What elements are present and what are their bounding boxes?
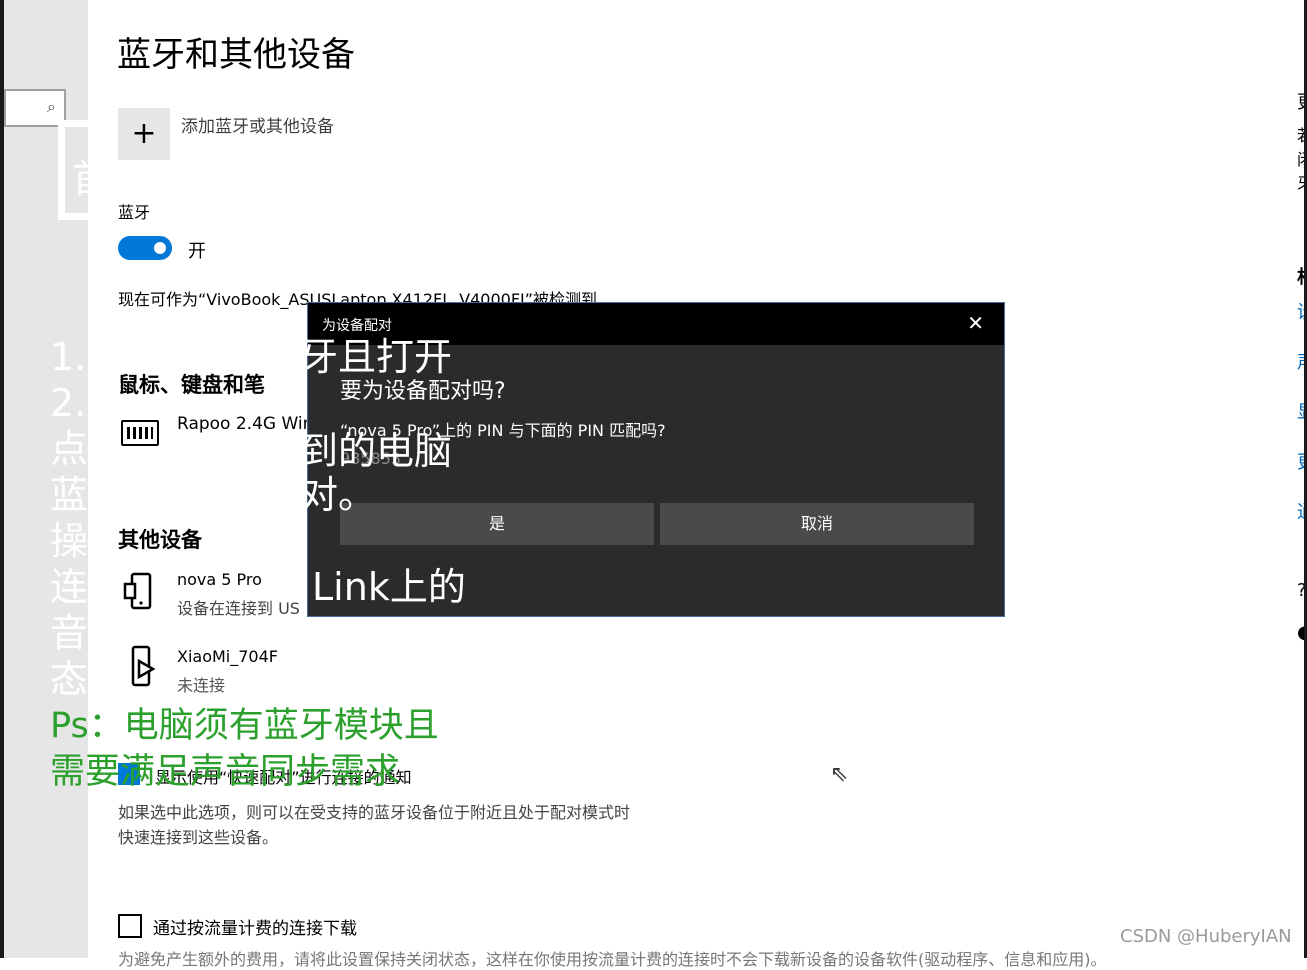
swift-pair-description-line1: 如果选中此选项，则可以在受支持的蓝牙设备位于附近且处于配对模式时 [118, 803, 631, 822]
other-devices-heading: 其他设备 [118, 528, 202, 552]
phone-icon [123, 572, 152, 610]
mouse-cursor-icon: ⇖ [830, 762, 849, 787]
bluetooth-heading: 蓝牙 [118, 203, 151, 222]
device-name-rapoo[interactable]: Rapoo 2.4G Wire [177, 414, 320, 434]
overlay-caption-fragment: 点 [50, 427, 89, 471]
speaker-icon [131, 645, 156, 687]
watermark: CSDN @HuberyIAN [1120, 926, 1292, 947]
overlay-caption-fragment: 操 [50, 519, 89, 563]
device-status-nova: 设备在连接到 US [177, 599, 300, 618]
bluetooth-toggle-label: 开 [188, 241, 206, 262]
device-name-xiaomi[interactable]: XiaoMi_704F [177, 647, 278, 666]
add-device-button[interactable]: + [118, 108, 170, 160]
mouse-keyboard-heading: 鼠标、键盘和笔 [118, 373, 265, 397]
overlay-green-line1: Ps：电脑须有蓝牙模块且 [50, 706, 439, 746]
device-status-xiaomi: 未连接 [177, 676, 226, 695]
overlay-caption-fragment: 2. [50, 381, 87, 425]
bluetooth-toggle[interactable] [118, 236, 172, 260]
overlay-caption-fragment: 对。 [300, 473, 377, 517]
overlay-caption-fragment: 牙且打开 [300, 335, 453, 379]
overlay-caption-fragment: 态 [50, 657, 89, 701]
search-icon: ⌕ [47, 97, 56, 116]
cancel-button[interactable]: 取消 [660, 503, 974, 545]
metered-download-description: 为避免产生额外的费用，请将此设置保持关闭状态，这样在你使用按流量计费的连接时不会… [118, 950, 1107, 969]
page-title: 蓝牙和其他设备 [117, 35, 355, 75]
plus-icon: + [131, 116, 157, 151]
yes-button[interactable]: 是 [340, 503, 654, 545]
metered-download-checkbox[interactable] [118, 914, 142, 938]
keyboard-icon [121, 420, 159, 446]
search-input[interactable]: ⌕ [4, 89, 66, 127]
overlay-caption-fragment: 到的电脑 [300, 429, 453, 473]
swift-pair-description-line2: 快速连接到这些设备。 [118, 828, 279, 847]
device-name-nova[interactable]: nova 5 Pro [177, 570, 262, 589]
overlay-caption-fragment: 1. [50, 335, 87, 379]
overlay-caption-fragment: 音 [50, 611, 89, 655]
overlay-caption-fragment: Link上的 [312, 565, 466, 609]
dialog-title: 为设备配对 [322, 318, 392, 334]
metered-download-label: 通过按流量计费的连接下载 [153, 919, 357, 939]
overlay-caption-fragment: 蓝 [50, 473, 89, 517]
toggle-knob [154, 242, 166, 254]
swift-pair-description: 如果选中此选项，则可以在受支持的蓝牙设备位于附近且处于配对模式时 快速连接到这些… [118, 800, 718, 850]
close-icon[interactable]: ✕ [967, 311, 984, 335]
window-edge [0, 0, 4, 958]
add-device-label[interactable]: 添加蓝牙或其他设备 [181, 112, 334, 137]
overlay-green-line2: 需要满足声音同步需求 [50, 752, 401, 792]
overlay-caption-fragment: 连 [50, 565, 89, 609]
